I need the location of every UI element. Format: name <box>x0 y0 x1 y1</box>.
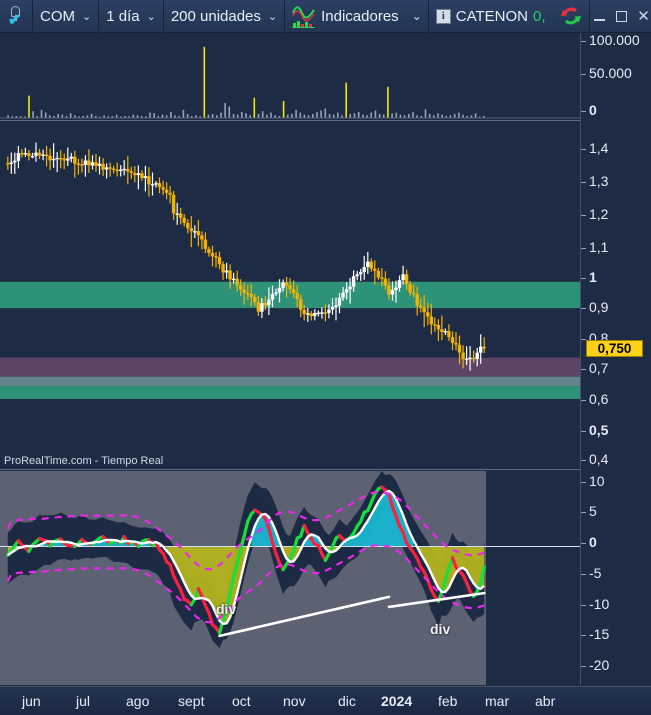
refresh-button[interactable] <box>553 0 590 33</box>
price-axis-tick: 1,2 <box>581 207 608 221</box>
tick-label: 1,3 <box>589 173 609 189</box>
indicators-dropdown-caret[interactable]: ⌄ <box>406 0 429 33</box>
date-tick: ago <box>126 693 150 709</box>
date-tick: jun <box>22 693 41 709</box>
indicators-button[interactable]: Indicadores <box>285 0 406 33</box>
tick-label: -15 <box>589 626 610 642</box>
close-button[interactable]: ✕ <box>634 5 651 27</box>
tick-label: 0 <box>589 534 597 550</box>
tick-label: -5 <box>589 565 602 581</box>
tick-label: 1,4 <box>589 140 609 156</box>
maximize-button[interactable] <box>612 5 632 27</box>
tick-label: 0,9 <box>589 299 609 315</box>
market-selector[interactable]: COM ⌄ <box>33 0 100 33</box>
chart-window: ✔ COM ⌄ 1 día ⌄ 200 unidades ⌄ Indicador… <box>0 0 651 715</box>
symbol-value: 0, <box>532 7 546 25</box>
price-axis-tick: 1,1 <box>581 240 608 254</box>
price-axis-tick: 0,5 <box>581 423 608 437</box>
price-axis-tick: 0,9 <box>581 300 608 314</box>
date-tick: jul <box>76 693 91 709</box>
last-price-tag: 0,750 <box>586 340 643 357</box>
tick-label: 0,4 <box>589 451 609 467</box>
refresh-icon <box>560 5 582 27</box>
chevron-down-icon: ⌄ <box>411 9 422 23</box>
price-panel[interactable]: ProRealTime.com - Tiempo Real <box>0 122 580 470</box>
date-tick: feb <box>438 693 458 709</box>
date-tick: abr <box>535 693 556 709</box>
price-axis[interactable]: 100.000 50.000 0 1,4 1,3 1,2 1,1 1 0,9 0,8 0,7 0,6 0… <box>580 33 651 685</box>
tick-label: 10 <box>589 473 605 489</box>
window-buttons: ✕ <box>590 0 651 33</box>
price-axis-tick: 1,4 <box>581 141 608 155</box>
divergence-label: div <box>216 601 237 617</box>
units-selector[interactable]: 200 unidades ⌄ <box>164 0 286 33</box>
oscillator-axis-tick: -10 <box>581 597 609 611</box>
oscillator-panel[interactable] <box>0 471 580 685</box>
tick-label: 1,1 <box>589 239 609 255</box>
date-tick: oct <box>232 693 251 709</box>
volume-panel[interactable] <box>0 33 580 121</box>
volume-axis-tick: 50.000 <box>581 66 632 80</box>
price-axis-tick: 0,7 <box>581 361 608 375</box>
oscillator-axis-tick: 10 <box>581 474 605 488</box>
oscillator-axis-tick: -20 <box>581 658 609 672</box>
tick-label: 1 <box>589 269 597 285</box>
price-axis-tick: 0,6 <box>581 392 608 406</box>
tick-label: 1,2 <box>589 206 609 222</box>
chevron-down-icon: ⌄ <box>146 10 156 23</box>
minimize-button[interactable] <box>590 5 610 27</box>
chevron-down-icon: ⌄ <box>82 10 92 23</box>
oscillator-axis-tick: 5 <box>581 504 597 518</box>
date-tick: dic <box>338 693 356 709</box>
date-tick: sept <box>178 693 205 709</box>
tick-label: 100.000 <box>589 32 640 48</box>
date-axis[interactable]: jun jul ago sept oct nov dic 2024 feb mar abr <box>0 686 651 715</box>
tick-label: -10 <box>589 596 610 612</box>
date-tick: 2024 <box>381 693 413 709</box>
volume-axis-tick: 100.000 <box>581 33 640 47</box>
oscillator-axis-tick: -15 <box>581 627 609 641</box>
symbol-info[interactable]: i CATENON 0, <box>429 0 553 33</box>
price-axis-tick: 1 <box>581 270 597 284</box>
tick-label: 5 <box>589 503 597 519</box>
info-icon: i <box>435 8 451 24</box>
tick-label: -20 <box>589 657 610 673</box>
pin-check-button[interactable]: ✔ <box>0 0 33 33</box>
tick-label: 0,6 <box>589 391 609 407</box>
pin-check-icon: ✔ <box>7 5 25 29</box>
indicators-label: Indicadores <box>321 7 399 25</box>
divergence-label: div <box>430 621 451 637</box>
timeframe-label: 1 día <box>106 7 140 25</box>
tick-label: 0,5 <box>589 422 609 438</box>
indicator-wave-icon <box>292 4 316 28</box>
oscillator-axis-tick: 0 <box>581 535 597 549</box>
toolbar: ✔ COM ⌄ 1 día ⌄ 200 unidades ⌄ Indicador… <box>0 0 651 33</box>
price-axis-tick: 1,3 <box>581 174 608 188</box>
tick-label: 0,7 <box>589 360 609 376</box>
tick-label: 50.000 <box>589 65 632 81</box>
volume-axis-tick: 0 <box>581 103 597 117</box>
units-label: 200 unidades <box>170 7 261 25</box>
timeframe-selector[interactable]: 1 día ⌄ <box>99 0 164 33</box>
price-axis-tick: 0,4 <box>581 452 608 466</box>
market-label: COM <box>40 7 75 25</box>
symbol-label: CATENON <box>455 7 528 25</box>
tick-label: 0 <box>589 102 597 118</box>
date-tick: nov <box>283 693 306 709</box>
watermark: ProRealTime.com - Tiempo Real <box>4 455 164 467</box>
oscillator-axis-tick: -5 <box>581 566 601 580</box>
date-tick: mar <box>485 693 510 709</box>
chevron-down-icon: ⌄ <box>267 10 278 23</box>
